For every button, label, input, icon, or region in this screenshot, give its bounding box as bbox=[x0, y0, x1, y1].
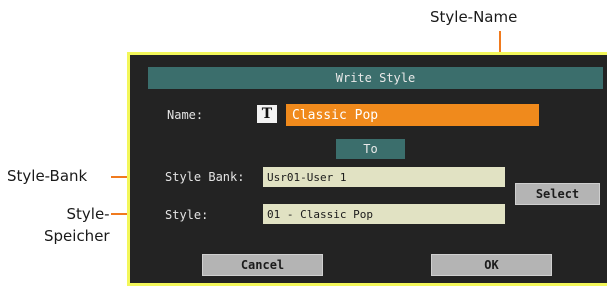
text-edit-icon[interactable]: T bbox=[257, 105, 277, 123]
callout-style-speicher: Style- Speicher bbox=[44, 203, 110, 247]
write-style-dialog: Write Style Name: T Classic Pop To Style… bbox=[127, 52, 607, 286]
callout-style-speicher-line1: Style- bbox=[66, 205, 110, 223]
style-bank-value: Usr01-User 1 bbox=[267, 170, 347, 184]
dialog-body: Write Style Name: T Classic Pop To Style… bbox=[130, 55, 607, 283]
name-label: Name: bbox=[167, 108, 204, 122]
callout-style-name: Style-Name bbox=[430, 8, 518, 26]
callout-style-speicher-line2: Speicher bbox=[44, 227, 110, 245]
to-label-text: To bbox=[363, 142, 378, 156]
select-button[interactable]: Select bbox=[515, 183, 600, 205]
callout-style-bank: Style-Bank bbox=[7, 167, 88, 185]
dialog-title: Write Style bbox=[335, 71, 416, 85]
ok-button[interactable]: OK bbox=[431, 254, 552, 276]
dialog-title-bar: Write Style bbox=[148, 67, 603, 89]
style-name-value: Classic Pop bbox=[292, 107, 379, 123]
style-label: Style: bbox=[165, 208, 209, 222]
to-label: To bbox=[336, 139, 405, 159]
style-bank-label: Style Bank: bbox=[165, 170, 245, 184]
style-slot-field[interactable]: 01 - Classic Pop bbox=[263, 204, 505, 224]
style-name-field[interactable]: Classic Pop bbox=[286, 104, 539, 126]
cancel-button[interactable]: Cancel bbox=[202, 254, 323, 276]
style-slot-value: 01 - Classic Pop bbox=[267, 207, 373, 221]
style-bank-field[interactable]: Usr01-User 1 bbox=[263, 167, 505, 187]
